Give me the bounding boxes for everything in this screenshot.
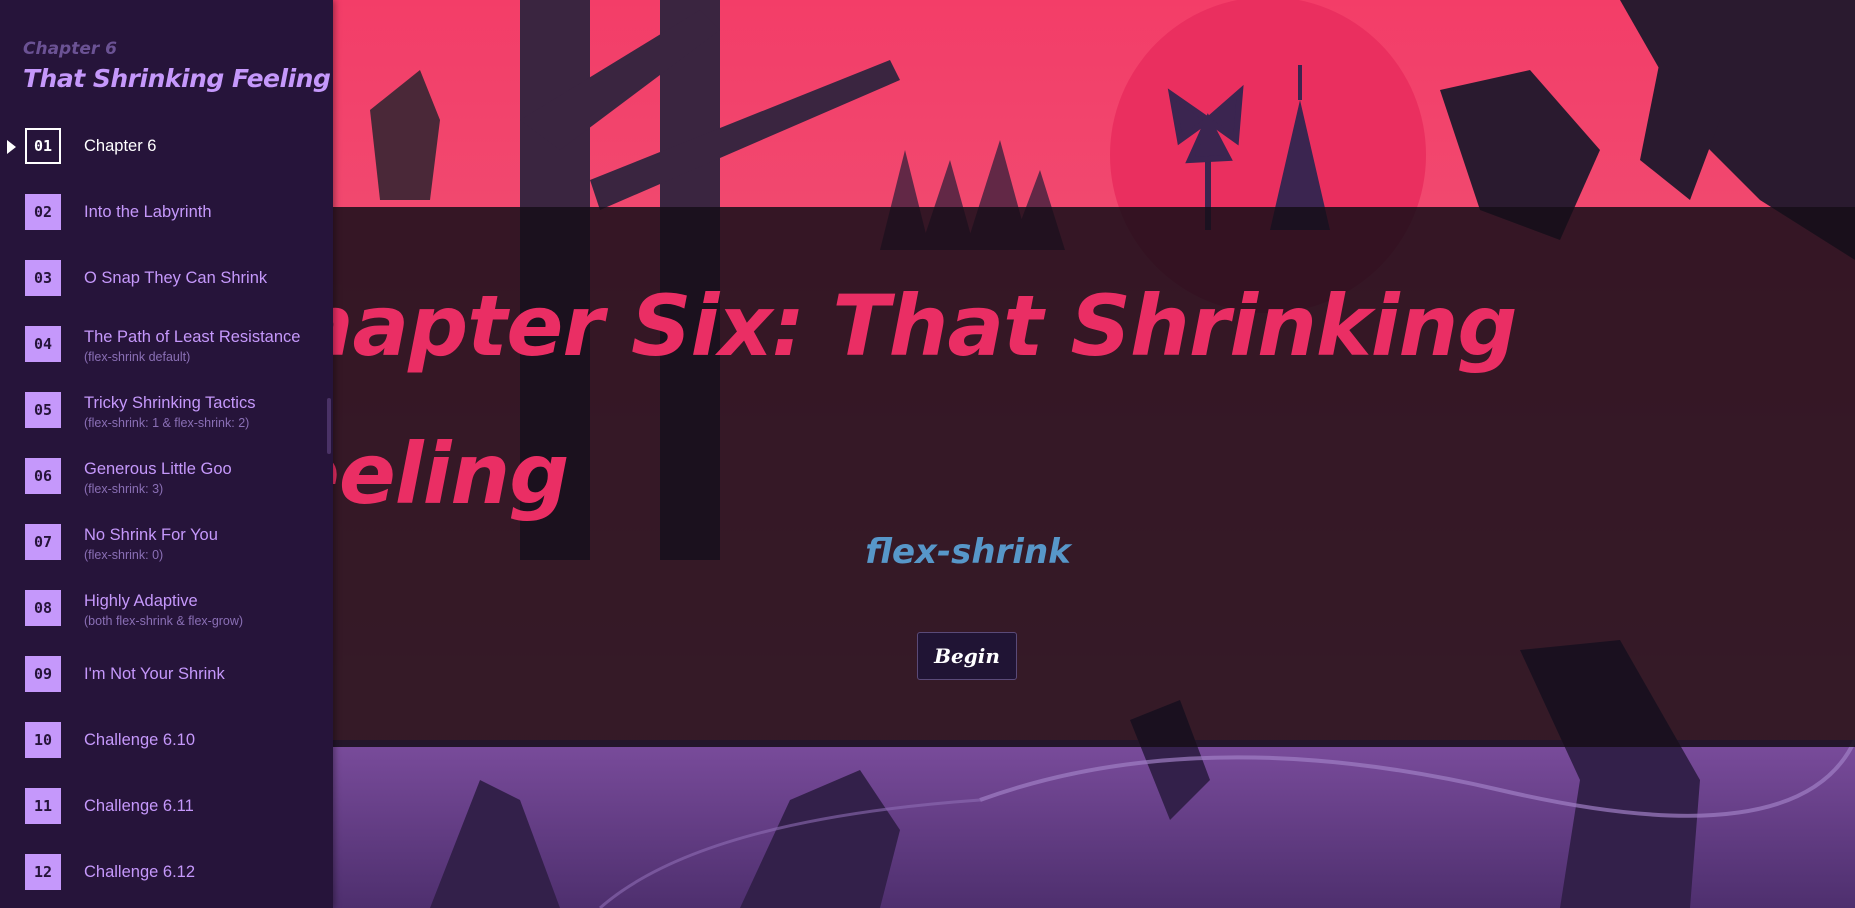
level-item-12[interactable]: 12 Challenge 6.12 [0, 839, 333, 905]
level-label: Tricky Shrinking Tactics [84, 393, 256, 412]
level-number-badge: 12 [25, 854, 61, 890]
level-label: I'm Not Your Shrink [84, 665, 225, 683]
level-label: Generous Little Goo [84, 459, 232, 478]
level-item-03[interactable]: 03 O Snap They Can Shrink [0, 245, 333, 311]
sidebar-chapter-title: That Shrinking Feeling [23, 64, 331, 93]
level-sublabel: (flex-shrink: 0) [84, 547, 164, 562]
level-number-badge: 03 [25, 260, 61, 296]
sidebar-chapter-label: Chapter 6 [23, 39, 118, 59]
level-number-badge: 05 [25, 392, 61, 428]
level-item-05[interactable]: 05 Tricky Shrinking Tactics (flex-shrink… [0, 377, 333, 443]
level-list: 01 Chapter 6 02 Into the Labyrinth 03 O … [0, 113, 333, 905]
current-level-arrow-icon [7, 140, 16, 154]
level-number-badge: 01 [25, 128, 61, 164]
level-text: The Path of Least Resistance (flex-shrin… [84, 311, 314, 377]
level-label: Chapter 6 [84, 137, 157, 155]
level-sublabel: (flex-shrink: 3) [84, 481, 164, 496]
level-text: Challenge 6.10 [84, 707, 314, 773]
level-label: Challenge 6.12 [84, 863, 196, 881]
level-number-badge: 06 [25, 458, 61, 494]
level-item-08[interactable]: 08 Highly Adaptive (both flex-shrink & f… [0, 575, 333, 641]
level-label: O Snap They Can Shrink [84, 269, 268, 287]
chapter-heading: Chapter Six: That Shrinking Feeling [333, 277, 1517, 523]
level-text: O Snap They Can Shrink [84, 245, 314, 311]
level-number-badge: 07 [25, 524, 61, 560]
level-text: Tricky Shrinking Tactics (flex-shrink: 1… [84, 377, 314, 443]
level-item-01[interactable]: 01 Chapter 6 [0, 113, 333, 179]
level-number-badge: 02 [25, 194, 61, 230]
level-text: No Shrink For You (flex-shrink: 0) [84, 509, 314, 575]
level-sidebar: Chapter 6 That Shrinking Feeling 01 Chap… [0, 0, 333, 908]
level-number-badge: 10 [25, 722, 61, 758]
level-item-10[interactable]: 10 Challenge 6.10 [0, 707, 333, 773]
level-sublabel: (flex-shrink default) [84, 349, 191, 364]
level-item-07[interactable]: 07 No Shrink For You (flex-shrink: 0) [0, 509, 333, 575]
level-label: No Shrink For You [84, 525, 218, 544]
level-number-badge: 11 [25, 788, 61, 824]
level-text: Generous Little Goo (flex-shrink: 3) [84, 443, 314, 509]
level-number-badge: 09 [25, 656, 61, 692]
level-text: I'm Not Your Shrink [84, 641, 314, 707]
level-label: Challenge 6.11 [84, 797, 194, 815]
level-text: Challenge 6.11 [84, 773, 314, 839]
level-label: Highly Adaptive [84, 591, 198, 610]
level-label: Into the Labyrinth [84, 203, 212, 221]
level-item-11[interactable]: 11 Challenge 6.11 [0, 773, 333, 839]
level-number-badge: 08 [25, 590, 61, 626]
chapter-subtitle: flex-shrink [865, 532, 1071, 572]
sidebar-scrollbar[interactable] [327, 398, 331, 454]
level-item-02[interactable]: 02 Into the Labyrinth [0, 179, 333, 245]
level-item-06[interactable]: 06 Generous Little Goo (flex-shrink: 3) [0, 443, 333, 509]
level-text: Into the Labyrinth [84, 179, 314, 245]
level-sublabel: (flex-shrink: 1 & flex-shrink: 2) [84, 415, 250, 430]
level-label: The Path of Least Resistance [84, 327, 301, 346]
level-text: Challenge 6.12 [84, 839, 314, 905]
level-item-09[interactable]: 09 I'm Not Your Shrink [0, 641, 333, 707]
chapter-intro-banner: Chapter Six: That Shrinking Feeling flex… [333, 207, 1855, 747]
app-page: Chapter 6 That Shrinking Feeling 01 Chap… [0, 0, 1855, 908]
level-text: Highly Adaptive (both flex-shrink & flex… [84, 575, 314, 641]
level-item-04[interactable]: 04 The Path of Least Resistance (flex-sh… [0, 311, 333, 377]
level-number-badge: 04 [25, 326, 61, 362]
begin-button[interactable]: Begin [917, 632, 1017, 680]
level-label: Challenge 6.10 [84, 731, 196, 749]
level-sublabel: (both flex-shrink & flex-grow) [84, 613, 244, 628]
level-text: Chapter 6 [84, 113, 314, 179]
